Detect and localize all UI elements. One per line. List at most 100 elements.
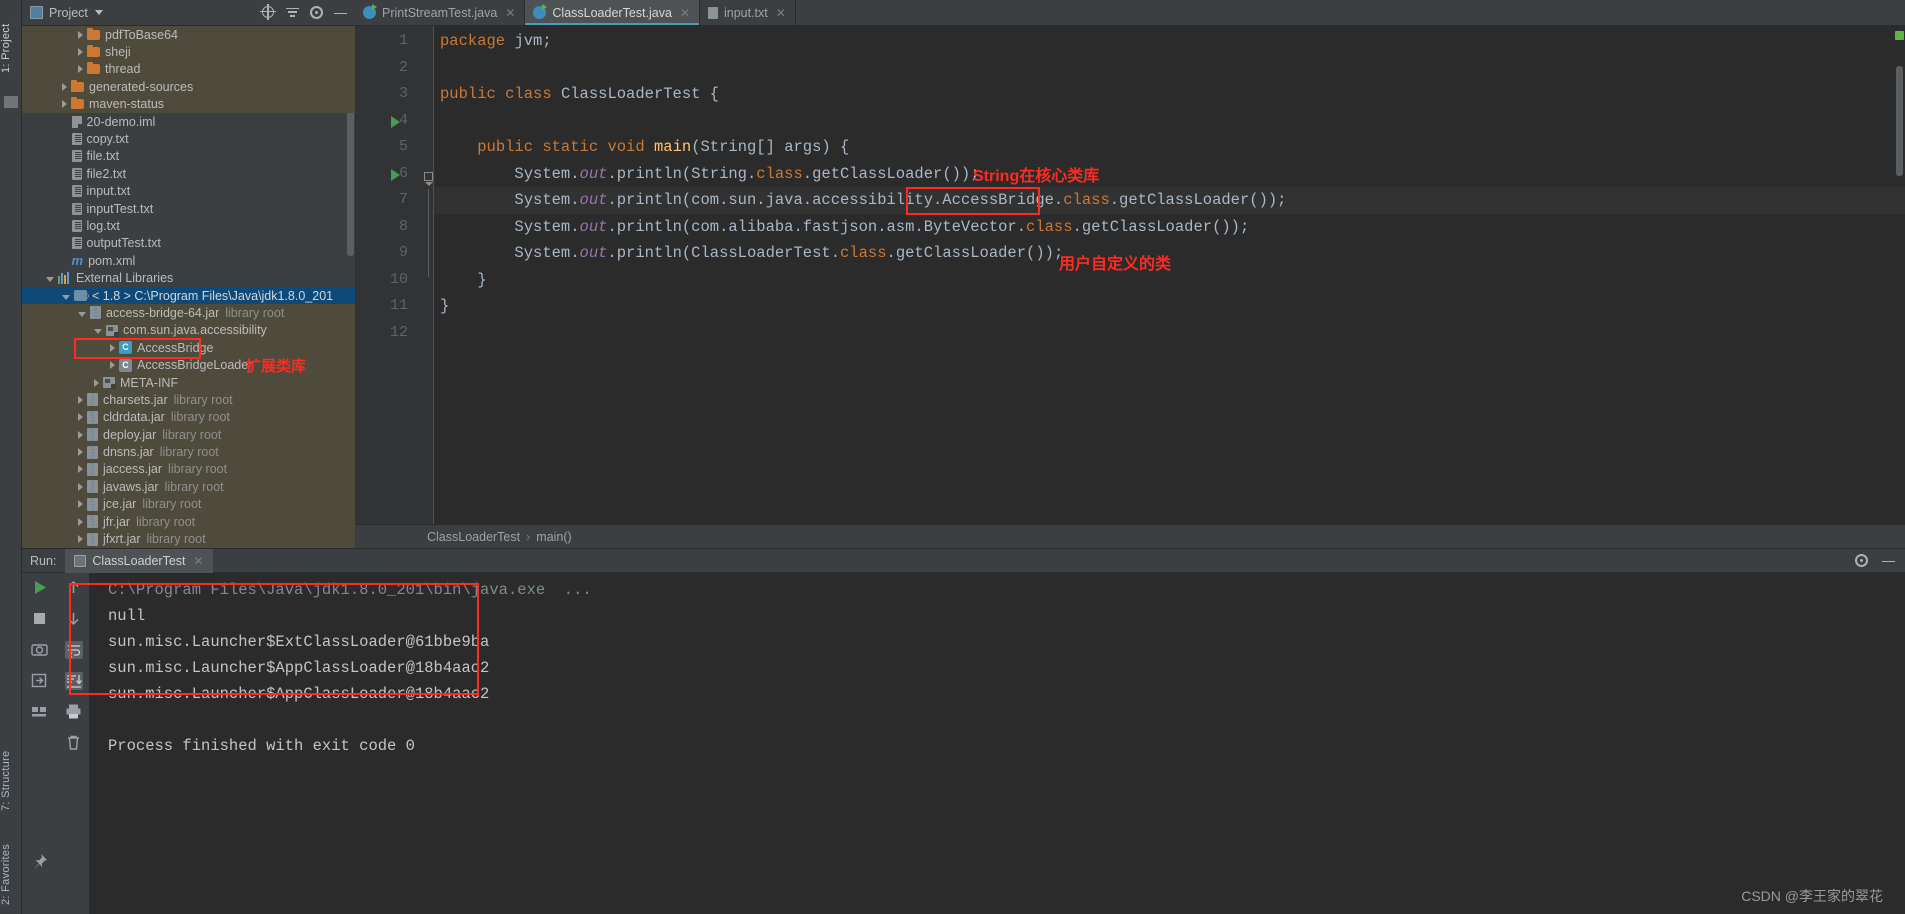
- tree-row-pdftobase64[interactable]: pdfToBase64: [22, 26, 355, 44]
- tree-row-generated-sources[interactable]: generated-sources: [22, 78, 355, 96]
- tree-row-maven-status[interactable]: maven-status: [22, 95, 355, 113]
- chevron-right-icon[interactable]: [78, 535, 83, 544]
- tree-row-jaccess-jar[interactable]: jaccess.jar library root: [22, 460, 355, 479]
- chevron-down-icon[interactable]: [94, 329, 102, 335]
- tree-row-outputtest-txt[interactable]: outputTest.txt: [22, 235, 355, 252]
- clear-all-icon[interactable]: [65, 734, 82, 751]
- chevron-right-icon[interactable]: [78, 465, 83, 474]
- breadcrumb-method[interactable]: main(): [536, 530, 571, 544]
- run-panel-header: Run: ClassLoaderTest ✕: [22, 548, 1905, 573]
- tree-row-suffix: library root: [173, 392, 233, 407]
- fold-line: [428, 189, 429, 277]
- close-icon[interactable]: ✕: [776, 6, 786, 20]
- tree-row-meta-inf[interactable]: META-INF: [22, 373, 355, 392]
- chevron-right-icon[interactable]: [78, 430, 83, 439]
- chevron-down-icon[interactable]: [46, 277, 54, 283]
- tree-row-label: input.txt: [86, 184, 131, 199]
- tree-row-charsets-jar[interactable]: charsets.jar library root: [22, 391, 355, 409]
- chevron-right-icon[interactable]: [78, 30, 83, 39]
- tree-row-pom-xml[interactable]: m pom.xml: [22, 252, 355, 269]
- tree-row-suffix: library root: [142, 497, 202, 512]
- chevron-right-icon[interactable]: [78, 448, 83, 457]
- close-icon[interactable]: ✕: [680, 6, 690, 20]
- tree-row-file2-txt[interactable]: file2.txt: [22, 165, 355, 182]
- chevron-down-icon[interactable]: [94, 10, 103, 15]
- editor-tab-printstreamtest-java[interactable]: PrintStreamTest.java ✕: [355, 0, 526, 25]
- tree-row-deploy-jar[interactable]: deploy.jar library root: [22, 425, 355, 444]
- print-icon[interactable]: [65, 703, 82, 720]
- tree-row-jfxrt-jar[interactable]: jfxrt.jar library root: [22, 530, 355, 548]
- editor-tab-input-txt[interactable]: input.txt ✕: [700, 0, 796, 25]
- left-tool-strip: 1: Project 7: Structure 2: Favorites: [0, 0, 22, 914]
- tree-row-com-sun-java-accessibility[interactable]: com.sun.java.accessibility: [22, 321, 355, 340]
- stop-icon[interactable]: [31, 610, 48, 627]
- tree-row-copy-txt[interactable]: copy.txt: [22, 130, 355, 147]
- highlight-box-accessbridge: [906, 187, 1040, 215]
- line-number-12: 12: [389, 323, 408, 341]
- fold-method-icon[interactable]: [424, 172, 433, 186]
- chevron-right-icon[interactable]: [78, 65, 83, 74]
- locate-icon[interactable]: [262, 5, 277, 21]
- chevron-right-icon[interactable]: [78, 413, 83, 422]
- tree-row-inputtest-txt[interactable]: inputTest.txt: [22, 200, 355, 217]
- breadcrumb-class[interactable]: ClassLoaderTest: [427, 530, 520, 544]
- hide-icon[interactable]: [1882, 554, 1897, 569]
- code-editor[interactable]: 1 2 3 4 5 6 7 8 9 10 11 12 package jvm; public clas…: [355, 26, 1905, 524]
- tree-row-file-txt[interactable]: file.txt: [22, 148, 355, 165]
- tree-row-javaws-jar[interactable]: javaws.jar library root: [22, 478, 355, 496]
- settings-icon[interactable]: [1855, 553, 1870, 569]
- pin-icon[interactable]: [30, 853, 47, 870]
- close-icon[interactable]: ✕: [505, 6, 515, 20]
- collapse-all-icon[interactable]: [286, 6, 301, 21]
- sidebar-tab-structure[interactable]: 7: Structure: [0, 735, 22, 827]
- chevron-right-icon[interactable]: [78, 517, 83, 526]
- chevron-right-icon[interactable]: [78, 500, 83, 509]
- sidebar-tab-favorites[interactable]: 2: Favorites: [0, 835, 22, 913]
- tree-row-input-txt[interactable]: input.txt: [22, 183, 355, 200]
- line-number-8: 8: [398, 217, 408, 235]
- run-method-icon[interactable]: [391, 169, 400, 181]
- minimize-icon[interactable]: [334, 6, 349, 21]
- project-tree[interactable]: pdfToBase64 sheji thread generated-sources m…: [22, 26, 355, 548]
- project-strip-icon: [4, 96, 18, 108]
- tree-row-label: access-bridge-64.jar: [106, 305, 220, 320]
- chevron-down-icon[interactable]: [62, 294, 70, 300]
- chevron-right-icon[interactable]: [110, 361, 115, 370]
- screenshot-icon[interactable]: [30, 641, 48, 658]
- close-icon[interactable]: ✕: [194, 554, 204, 568]
- tree-row-log-txt[interactable]: log.txt: [22, 217, 355, 234]
- tree-row-cldrdata-jar[interactable]: cldrdata.jar library root: [22, 408, 355, 426]
- run-class-icon[interactable]: [391, 116, 400, 128]
- gear-icon[interactable]: [310, 5, 325, 21]
- run-tab-classloadertest[interactable]: ClassLoaderTest ✕: [65, 548, 213, 573]
- project-panel: Project pdfToBase64 sheji thread generated-…: [22, 0, 355, 548]
- tree-row-access-bridge-64-jar[interactable]: access-bridge-64.jar library root: [22, 304, 355, 322]
- tree-row--1-8-c-program-files-java-jd[interactable]: < 1.8 > C:\Program Files\Java\jdk1.8.0_2…: [22, 286, 355, 305]
- chevron-right-icon[interactable]: [78, 395, 83, 404]
- export-icon[interactable]: [31, 672, 48, 689]
- annotation-user-class: 用户自定义的类: [1059, 256, 1172, 273]
- chevron-right-icon[interactable]: [78, 48, 83, 57]
- code-line-7: System.out.println(com.sun.java.accessib…: [434, 187, 1905, 214]
- line-number-4: 4: [398, 111, 408, 129]
- tree-row-thread[interactable]: thread: [22, 60, 355, 79]
- tree-row-external-libraries[interactable]: External Libraries: [22, 269, 355, 286]
- chevron-right-icon[interactable]: [78, 482, 83, 491]
- chevron-down-icon[interactable]: [78, 311, 86, 317]
- tree-row-dnsns-jar[interactable]: dnsns.jar library root: [22, 443, 355, 461]
- tree-row-sheji[interactable]: sheji: [22, 43, 355, 61]
- project-panel-title: Project: [49, 5, 88, 20]
- tree-row-jfr-jar[interactable]: jfr.jar library root: [22, 512, 355, 531]
- chevron-right-icon[interactable]: [62, 100, 67, 109]
- editor-code-area[interactable]: package jvm; public class ClassLoaderTes…: [434, 26, 1905, 524]
- layout-icon[interactable]: [31, 703, 48, 720]
- sidebar-tab-project[interactable]: 1: Project: [0, 6, 22, 90]
- chevron-right-icon[interactable]: [62, 82, 67, 91]
- tree-row-jce-jar[interactable]: jce.jar library root: [22, 495, 355, 513]
- run-config-icon: [74, 554, 87, 567]
- chevron-right-icon[interactable]: [94, 378, 99, 387]
- tree-row-20-demo-iml[interactable]: 20-demo.iml: [22, 113, 355, 130]
- rerun-icon[interactable]: [31, 579, 48, 596]
- editor-tab-classloadertest-java[interactable]: ClassLoaderTest.java ✕: [525, 0, 700, 25]
